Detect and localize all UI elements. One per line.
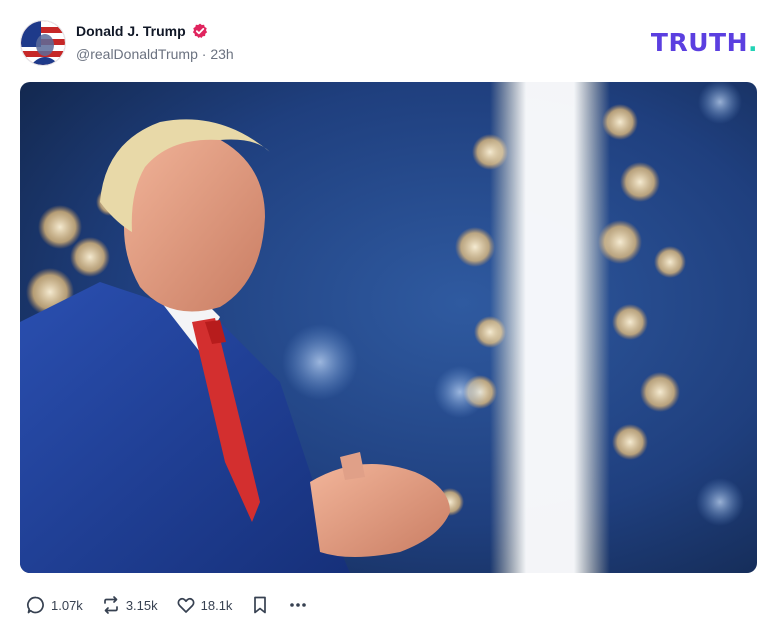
verified-badge-icon — [192, 23, 208, 39]
retruth-button[interactable]: 3.15k — [101, 595, 158, 615]
more-icon — [288, 595, 308, 615]
post-header: Donald J. Trump @realDonaldTrump · 23h T… — [20, 20, 758, 66]
retruth-count: 3.15k — [125, 597, 158, 613]
reply-icon — [26, 595, 46, 615]
bookmark-icon — [250, 595, 270, 615]
meta-separator: · — [197, 46, 211, 62]
logo-text: TRUTH — [650, 28, 748, 57]
more-options-button[interactable] — [288, 595, 308, 615]
post-timestamp[interactable]: 23h — [210, 46, 233, 62]
post-meta: @realDonaldTrump · 23h — [76, 46, 234, 62]
logo-dot: . — [748, 28, 758, 57]
truth-social-logo[interactable]: TRUTH. — [651, 28, 758, 57]
author-handle[interactable]: @realDonaldTrump — [76, 46, 198, 62]
author-display-name[interactable]: Donald J. Trump — [76, 23, 186, 39]
retruth-icon — [101, 595, 121, 615]
like-icon — [176, 595, 196, 615]
reply-count: 1.07k — [51, 597, 83, 613]
post-actions: 1.07k 3.15k 18.1k — [26, 592, 308, 618]
like-button[interactable]: 18.1k — [176, 595, 233, 615]
avatar[interactable] — [20, 20, 66, 66]
reply-button[interactable]: 1.07k — [26, 595, 83, 615]
bookmark-button[interactable] — [250, 595, 270, 615]
author-name-row: Donald J. Trump — [76, 23, 208, 39]
like-count: 18.1k — [200, 597, 233, 613]
post-image[interactable] — [20, 82, 757, 573]
